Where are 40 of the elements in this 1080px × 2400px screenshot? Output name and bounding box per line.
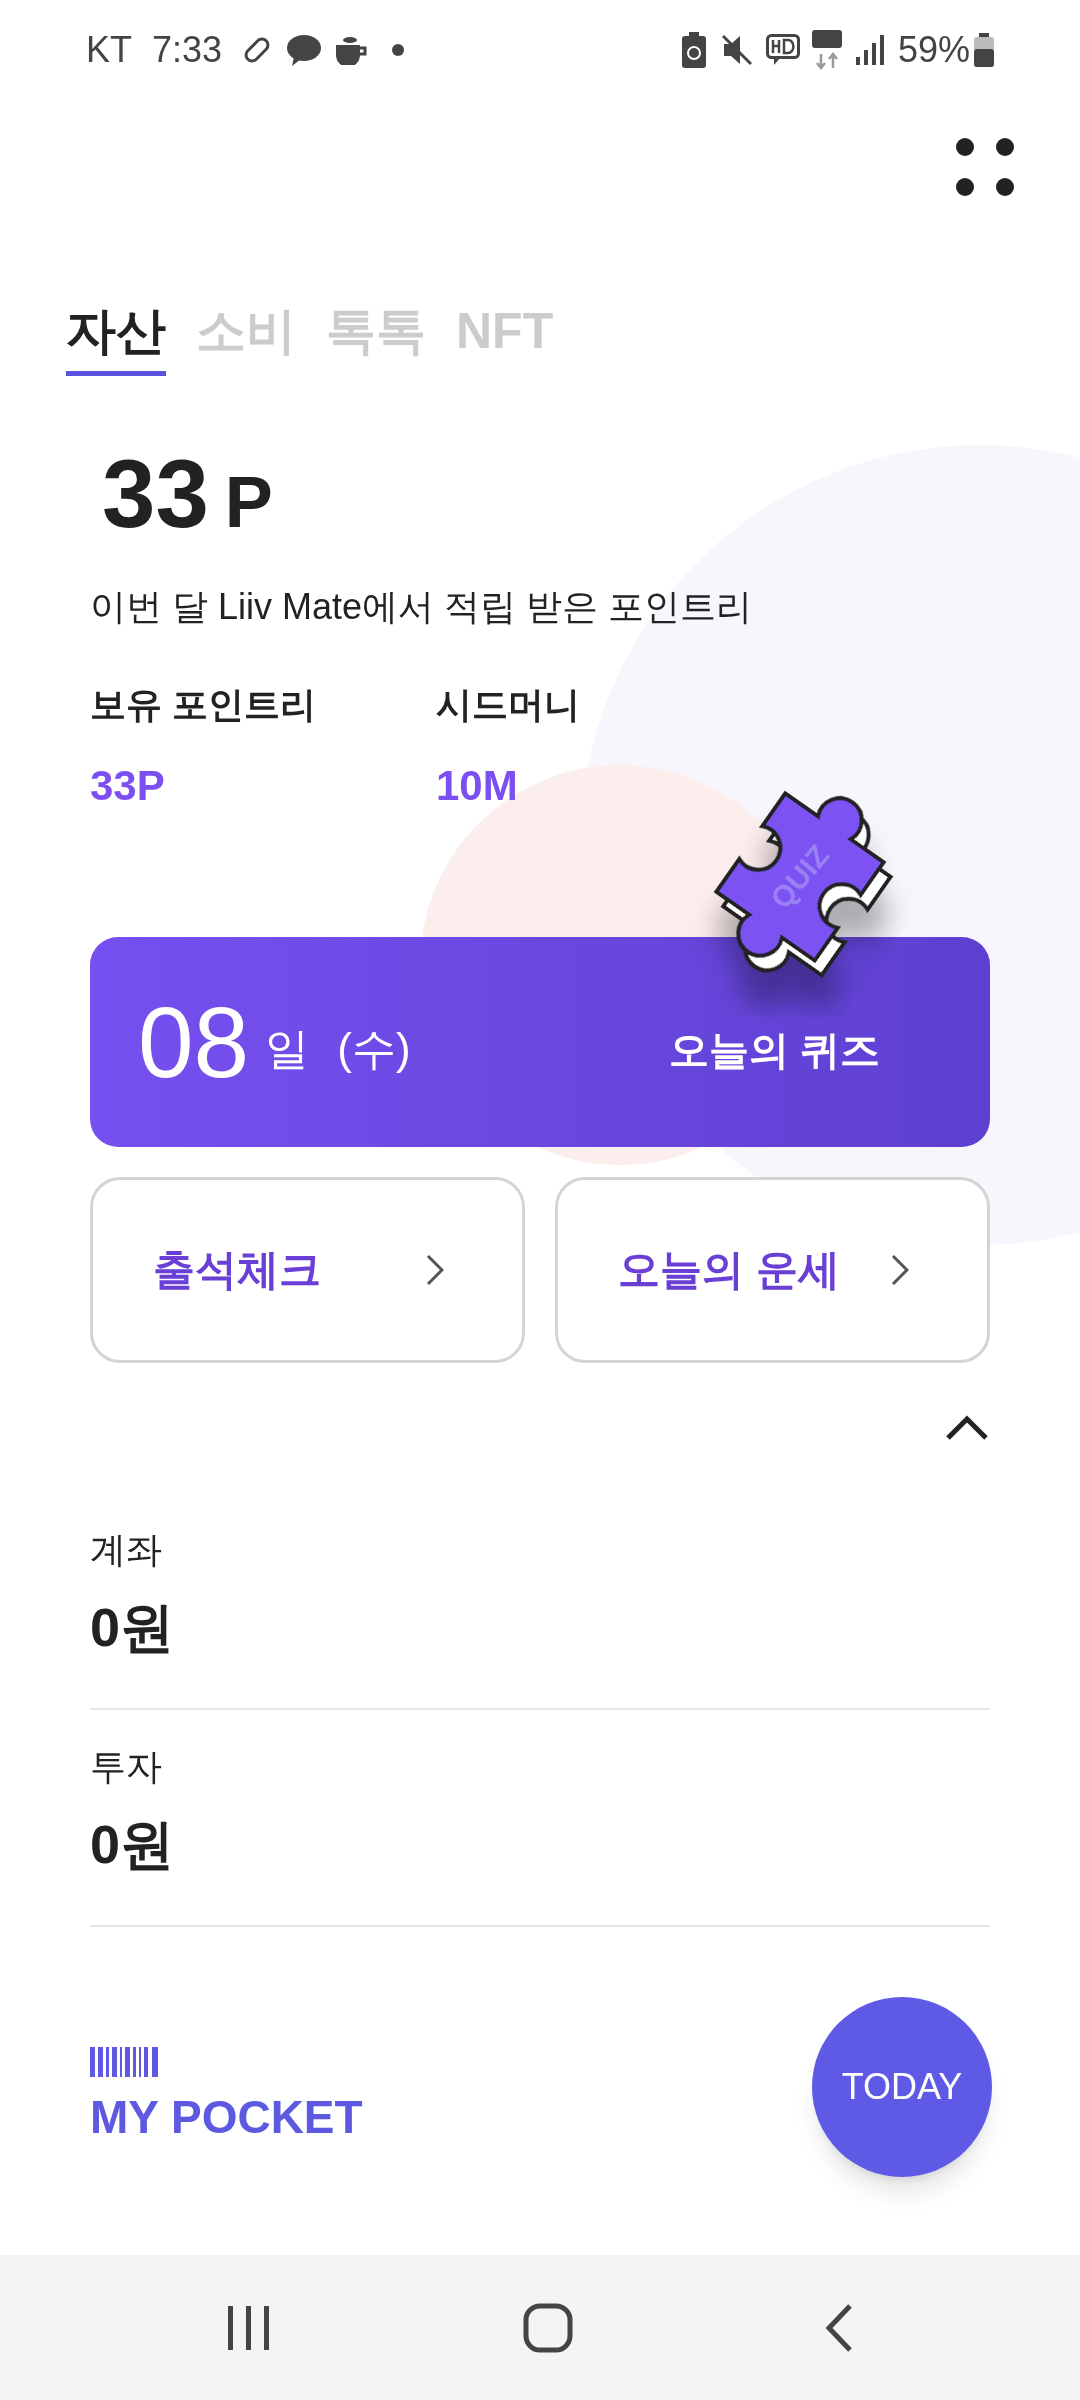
barcode-icon — [90, 2047, 158, 2077]
cup-icon — [334, 35, 369, 65]
shortcut-button[interactable]: 오늘의 운세 — [555, 1176, 990, 1363]
carrier-text: KT — [86, 28, 132, 72]
signal-icon — [855, 35, 884, 65]
stat-value: 33P — [90, 760, 166, 811]
quiz-day: 08 — [138, 991, 250, 1092]
asset-label: 계좌 — [90, 1527, 163, 1572]
quiz-weekday: (수) — [337, 1022, 411, 1075]
shortcut-button[interactable]: 출석체크 — [90, 1176, 525, 1363]
today-button[interactable]: TODAY — [812, 1996, 992, 2177]
dot-icon — [392, 44, 405, 56]
5g-signal-icon — [811, 30, 842, 70]
quiz-day-unit: 일 — [265, 1022, 310, 1075]
home-icon[interactable] — [523, 2302, 573, 2353]
battery-percent-text: 59% — [897, 28, 970, 72]
points-caption: 이번 달 Liiv Mate에서 적립 받은 포인트리 — [90, 584, 754, 629]
points-unit: P — [224, 465, 273, 538]
chat-bubble-icon — [286, 33, 323, 67]
clock-text: 7:33 — [152, 28, 223, 72]
quiz-card[interactable]: 08 일 (수) 오늘의 퀴즈 — [90, 936, 990, 1147]
chevron-right-icon — [426, 1253, 444, 1286]
asset-value: 0원 — [90, 1595, 176, 1659]
back-icon[interactable] — [824, 2302, 855, 2353]
stat-label: 시드머니 — [436, 682, 581, 727]
stat-label: 보유 포인트리 — [90, 682, 317, 727]
tab[interactable]: 자산 — [66, 300, 166, 376]
hd-icon — [765, 34, 800, 66]
battery-saver-icon — [681, 32, 706, 68]
battery-icon — [974, 33, 994, 67]
asset-label: 투자 — [90, 1744, 163, 1789]
asset-value: 0원 — [90, 1812, 176, 1876]
mute-icon — [721, 34, 752, 66]
recent-apps-icon[interactable] — [225, 2305, 272, 2350]
chevron-right-icon — [891, 1253, 909, 1286]
quiz-title: 오늘의 퀴즈 — [668, 1026, 880, 1074]
menu-button[interactable] — [956, 138, 1014, 198]
my-pocket-link[interactable]: MY POCKET — [90, 2089, 363, 2147]
points-amount: 33 — [102, 445, 209, 542]
stat-value: 10M — [436, 760, 519, 811]
